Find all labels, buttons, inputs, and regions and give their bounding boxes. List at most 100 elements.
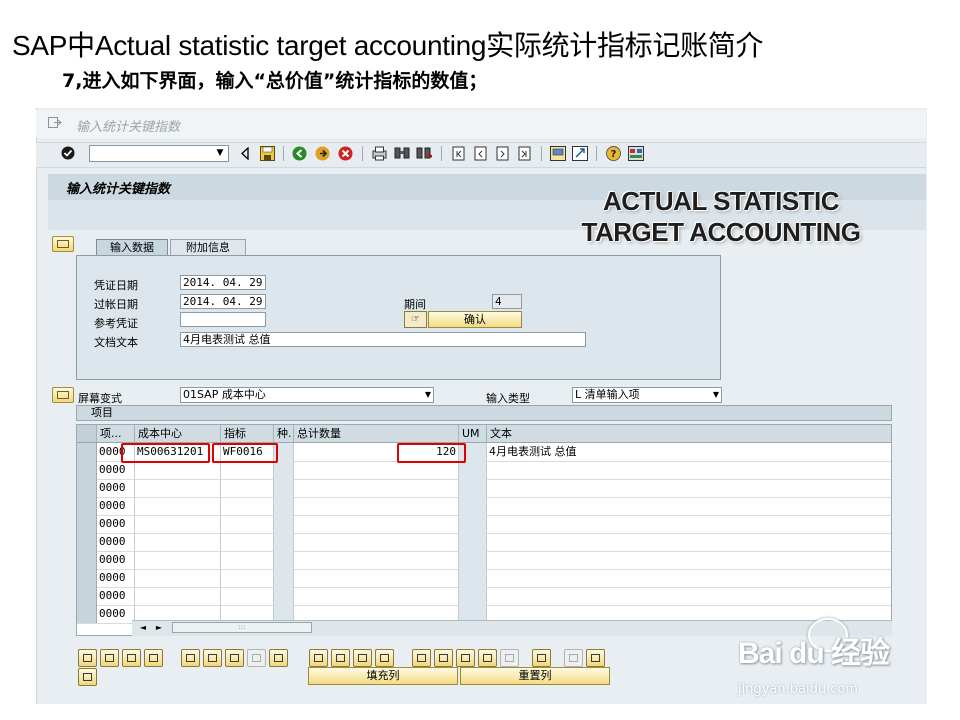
total-qty-cell[interactable]	[294, 515, 459, 533]
copy-button[interactable]	[331, 649, 350, 667]
item-cell[interactable]: 0000	[97, 587, 135, 605]
column-header-um[interactable]: UM	[459, 425, 487, 442]
shortcut-icon[interactable]	[572, 146, 588, 161]
command-field[interactable]	[89, 145, 229, 162]
item-cell[interactable]: 0000	[97, 479, 135, 497]
scroll-right-icon[interactable]: ►	[152, 622, 166, 633]
insert-row-below-button[interactable]	[203, 649, 222, 667]
find-button[interactable]	[456, 649, 475, 667]
text-cell[interactable]	[487, 533, 891, 551]
filter-button[interactable]	[532, 649, 551, 667]
print-preview-button[interactable]	[412, 649, 431, 667]
um-cell[interactable]	[459, 497, 487, 515]
kpi-cell[interactable]	[221, 533, 274, 551]
type-cell[interactable]	[274, 569, 294, 587]
previous-page-icon[interactable]	[473, 146, 488, 161]
reset-column-button[interactable]: 重置列	[460, 667, 610, 685]
item-cell[interactable]: 0000	[97, 461, 135, 479]
create-session-icon[interactable]	[550, 146, 566, 161]
type-cell[interactable]	[274, 587, 294, 605]
text-cell[interactable]	[487, 461, 891, 479]
row-selector[interactable]	[77, 551, 97, 569]
total-qty-cell[interactable]	[294, 533, 459, 551]
doc-text-field[interactable]: 4月电表测试 总值	[180, 332, 586, 347]
text-cell[interactable]	[487, 587, 891, 605]
type-cell[interactable]	[274, 515, 294, 533]
toggle-header-button[interactable]	[52, 236, 74, 252]
print-button[interactable]	[586, 649, 605, 667]
back-arrow-icon[interactable]	[240, 147, 250, 160]
cost-center-cell[interactable]	[135, 461, 221, 479]
total-qty-cell[interactable]	[294, 461, 459, 479]
um-cell[interactable]	[459, 551, 487, 569]
column-header-text[interactable]: 文本	[487, 425, 891, 442]
tab-input-data[interactable]: 输入数据	[96, 239, 168, 255]
total-qty-cell[interactable]	[294, 479, 459, 497]
find-next-icon[interactable]	[416, 146, 432, 161]
toggle-variant-button[interactable]	[52, 387, 74, 403]
row-selector[interactable]	[77, 461, 97, 479]
kpi-cell[interactable]	[221, 569, 274, 587]
kpi-cell[interactable]	[221, 461, 274, 479]
details-button[interactable]	[78, 649, 97, 667]
help-icon[interactable]: ?	[606, 146, 621, 161]
cancel-icon[interactable]	[338, 146, 353, 161]
variant-dropdown[interactable]: 01SAP 成本中心 ▼	[180, 387, 434, 403]
handshake-icon[interactable]: ☞	[404, 311, 427, 328]
row-selector[interactable]	[77, 479, 97, 497]
total-qty-cell[interactable]	[294, 551, 459, 569]
type-cell[interactable]	[274, 551, 294, 569]
item-cell[interactable]: 0000	[97, 515, 135, 533]
post-date-field[interactable]: 2014. 04. 29	[180, 294, 266, 309]
more-functions-button[interactable]	[78, 668, 97, 686]
doc-date-field[interactable]: 2014. 04. 29	[180, 275, 266, 290]
um-cell[interactable]	[459, 461, 487, 479]
paste-button[interactable]	[353, 649, 372, 667]
column-header-type[interactable]: 种.	[274, 425, 294, 442]
cost-center-cell[interactable]	[135, 533, 221, 551]
scroll-left-icon[interactable]: ◄	[136, 622, 150, 633]
text-cell[interactable]	[487, 515, 891, 533]
save-icon[interactable]	[260, 146, 275, 161]
type-cell[interactable]	[274, 479, 294, 497]
column-header-total-qty[interactable]: 总计数量	[294, 425, 459, 442]
total-qty-cell[interactable]	[294, 569, 459, 587]
item-cell[interactable]: 0000	[97, 533, 135, 551]
cost-center-cell[interactable]	[135, 569, 221, 587]
row-selector[interactable]	[77, 605, 97, 623]
column-header-kpi[interactable]: 指标	[221, 425, 274, 442]
um-cell[interactable]	[459, 569, 487, 587]
next-page-icon[interactable]	[495, 146, 510, 161]
type-cell[interactable]	[274, 533, 294, 551]
item-cell[interactable]: 0000	[97, 569, 135, 587]
cost-center-cell[interactable]	[135, 515, 221, 533]
select-all-button[interactable]	[100, 649, 119, 667]
layout-icon[interactable]	[628, 146, 644, 161]
fill-column-button[interactable]: 填充列	[308, 667, 458, 685]
find-icon[interactable]	[394, 146, 410, 161]
item-cell[interactable]: 0000	[97, 497, 135, 515]
find-next-button[interactable]	[478, 649, 497, 667]
back-icon[interactable]	[292, 146, 307, 161]
exit-icon[interactable]	[315, 146, 330, 161]
select-all-cell[interactable]	[77, 425, 97, 442]
total-qty-cell[interactable]	[294, 497, 459, 515]
um-cell[interactable]	[459, 479, 487, 497]
row-selector[interactable]	[77, 587, 97, 605]
um-cell[interactable]	[459, 587, 487, 605]
kpi-cell[interactable]	[221, 479, 274, 497]
item-cell[interactable]: 0000	[97, 605, 135, 623]
type-cell[interactable]	[274, 497, 294, 515]
um-cell[interactable]	[459, 533, 487, 551]
confirm-button[interactable]: 确认	[428, 311, 522, 328]
reference-field[interactable]	[180, 312, 266, 327]
row-selector[interactable]	[77, 497, 97, 515]
text-cell[interactable]: 4月电表测试 总值	[487, 443, 891, 461]
select-block-button[interactable]	[144, 649, 163, 667]
deselect-all-button[interactable]	[122, 649, 141, 667]
input-type-dropdown[interactable]: L 清单输入项 ▼	[572, 387, 722, 403]
um-cell[interactable]	[459, 515, 487, 533]
cost-center-cell[interactable]	[135, 479, 221, 497]
column-config-button[interactable]	[500, 649, 519, 667]
paste-append-button[interactable]	[375, 649, 394, 667]
